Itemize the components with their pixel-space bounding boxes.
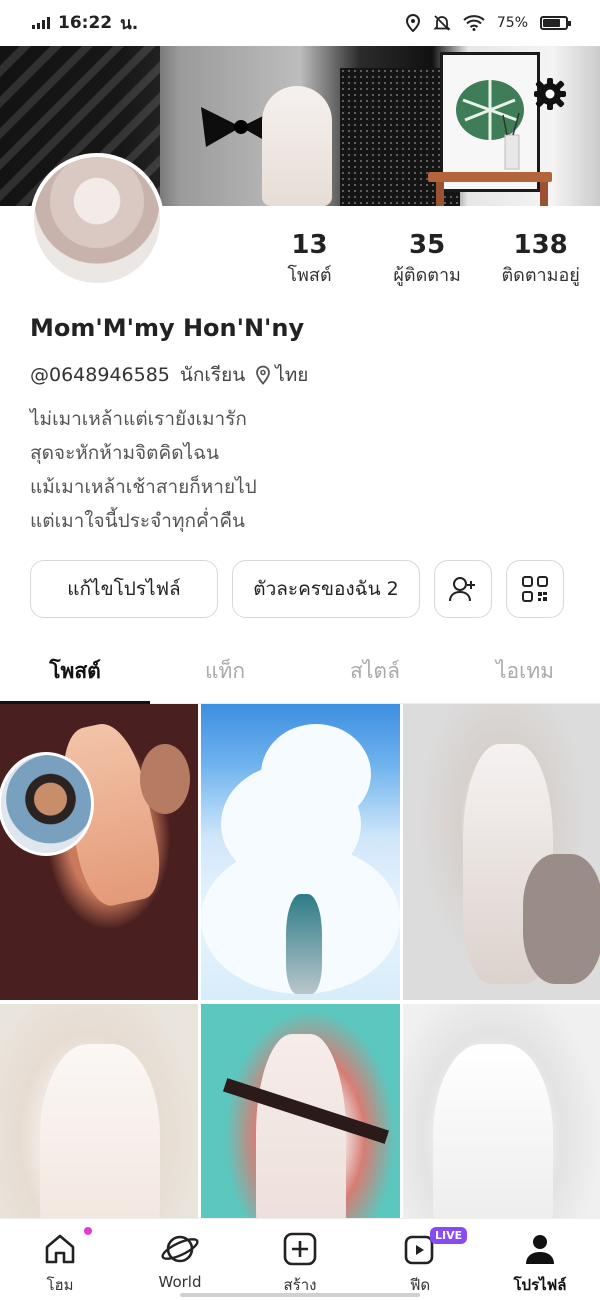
floating-live-bubble[interactable]: [0, 752, 94, 856]
stat-label: โพสต์: [287, 265, 332, 286]
add-friend-button[interactable]: [434, 560, 492, 618]
planet-icon: [160, 1229, 200, 1269]
stat-label: ผู้ติดตาม: [393, 265, 461, 286]
bottom-navigation: โฮม World สร้าง LIVE ฟีด โปรไฟล์: [0, 1218, 600, 1300]
tab-posts[interactable]: โพสต์: [0, 648, 150, 704]
qr-code-button[interactable]: [506, 560, 564, 618]
live-badge: LIVE: [430, 1227, 468, 1244]
battery-percent: 75%: [496, 15, 528, 31]
status-carrier: น.: [120, 13, 139, 34]
nav-feed[interactable]: LIVE ฟีด: [360, 1219, 480, 1300]
bio-line: ไม่เมาเหล้าแต่เรายังเมารัก: [30, 408, 247, 430]
user-handle: @0648946585: [30, 364, 170, 386]
wifi-icon: [463, 15, 485, 31]
location-icon: [405, 14, 420, 32]
my-characters-button[interactable]: ตัวละครของฉัน 2: [232, 560, 420, 618]
home-indicator: [180, 1293, 420, 1297]
tab-tagged[interactable]: แท็ก: [150, 648, 300, 703]
stat-followers[interactable]: 35 ผู้ติดตาม: [363, 228, 491, 290]
battery-icon: [540, 16, 571, 30]
nav-label: World: [158, 1273, 202, 1291]
person-icon: [520, 1229, 560, 1269]
stat-value: 35: [409, 230, 446, 260]
profile-avatar[interactable]: [30, 153, 164, 287]
bio-line: แต่เมาใจนี้ประจำทุกค่ำคืน: [30, 510, 246, 532]
home-icon: [40, 1229, 80, 1269]
stat-value: 138: [513, 230, 568, 260]
display-name: Mom'M'my Hon'N'ny: [30, 314, 305, 342]
stat-following[interactable]: 138 ติดตามอยู่: [491, 228, 590, 290]
plant-decor: [456, 80, 524, 170]
profile-bio: ไม่เมาเหล้าแต่เรายังเมารัก สุดจะหักห้ามจ…: [30, 402, 257, 538]
nav-home[interactable]: โฮม: [0, 1219, 120, 1300]
table-decor: [428, 172, 552, 182]
qr-code-icon: [522, 576, 548, 602]
user-role: นักเรียน: [179, 364, 246, 386]
edit-profile-button[interactable]: แก้ไขโปรไฟล์: [30, 560, 218, 618]
settings-gear-icon[interactable]: [532, 76, 568, 112]
nav-profile[interactable]: โปรไฟล์: [480, 1219, 600, 1300]
nav-label: โฮม: [46, 1276, 74, 1294]
bell-off-icon: [433, 15, 451, 31]
banner-figure: [262, 86, 332, 206]
nav-world[interactable]: World: [120, 1219, 240, 1300]
notification-dot: [84, 1227, 92, 1235]
status-time: 16:22: [58, 13, 113, 33]
status-bar: 16:22 น. 75%: [0, 0, 600, 46]
nav-label: โปรไฟล์: [513, 1276, 567, 1294]
stat-label: ติดตามอยู่: [501, 265, 580, 286]
profile-tabs: โพสต์ แท็ก สไตล์ ไอเทม: [0, 648, 600, 704]
user-location: ไทย: [275, 364, 309, 386]
add-user-icon: [449, 577, 475, 602]
stat-value: 13: [291, 230, 328, 260]
nav-create[interactable]: สร้าง: [240, 1219, 360, 1300]
post-thumbnail[interactable]: [201, 704, 400, 1000]
tab-style[interactable]: สไตล์: [300, 648, 450, 703]
location-pin-icon: [256, 365, 271, 385]
banner-frame: [440, 52, 540, 192]
plus-square-icon: [280, 1229, 320, 1269]
profile-stats: 13 โพสต์ 35 ผู้ติดตาม 138 ติดตามอยู่: [270, 228, 590, 290]
profile-meta: @0648946585 นักเรียน ไทย: [30, 360, 308, 390]
signal-icon: [32, 17, 50, 29]
bio-line: แม้เมาเหล้าเช้าสายก็หายไป: [30, 476, 257, 498]
tab-items[interactable]: ไอเทม: [450, 648, 600, 703]
stat-posts[interactable]: 13 โพสต์: [270, 228, 349, 290]
bio-line: สุดจะหักห้ามจิตคิดไฉน: [30, 442, 220, 464]
post-thumbnail[interactable]: [403, 704, 600, 1000]
profile-actions: แก้ไขโปรไฟล์ ตัวละครของฉัน 2: [30, 560, 564, 618]
